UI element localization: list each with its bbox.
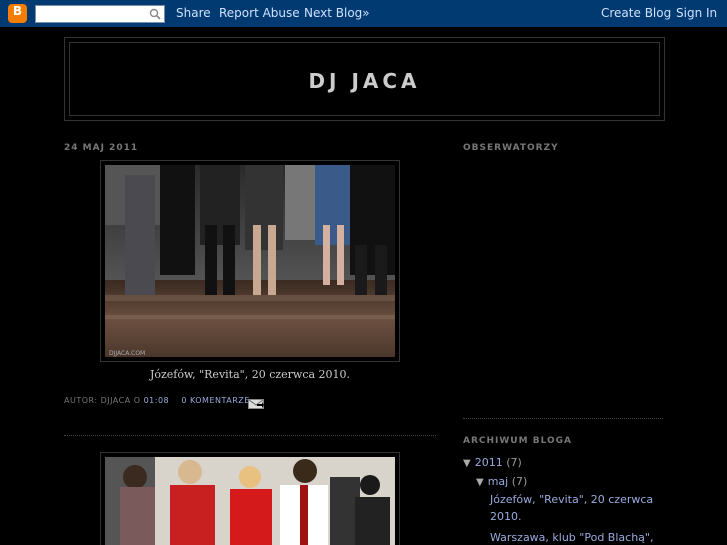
email-post-icon[interactable] xyxy=(248,397,264,409)
blogger-logo-letter: B xyxy=(12,4,23,18)
post-footer: AUTOR: DJJACA O 01:08 0 KOMENTARZE xyxy=(64,396,250,405)
navbar: B Share Report Abuse Next Blog» Create B… xyxy=(0,0,727,27)
blog-header-inner: DJ JACA xyxy=(69,42,660,116)
post-image-2[interactable] xyxy=(100,452,400,545)
post-comments-link[interactable]: 0 KOMENTARZE xyxy=(181,396,250,405)
blogger-logo-icon[interactable]: B xyxy=(8,4,27,23)
next-blog-link[interactable]: Next Blog» xyxy=(304,6,370,20)
report-abuse-link[interactable]: Report Abuse xyxy=(219,6,300,20)
post-author: AUTOR: DJJACA O xyxy=(64,396,141,405)
dance-floor-illustration: DJJACA.COM xyxy=(105,165,395,357)
archive-post-link-2[interactable]: Warszawa, klub "Pod Blachą", 20 xyxy=(490,529,660,545)
party-people-photo xyxy=(105,457,395,545)
create-blog-link[interactable]: Create Blog xyxy=(601,6,671,20)
archive-month-count: (7) xyxy=(511,475,528,488)
archive-month-row: ▼ maj (7) xyxy=(476,475,527,488)
expand-month-toggle-icon[interactable]: ▼ xyxy=(476,477,484,488)
archive-year-count: (7) xyxy=(506,456,522,469)
post-separator xyxy=(64,435,436,436)
photo-watermark: DJJACA.COM xyxy=(109,350,145,357)
sidebar-separator xyxy=(463,418,663,419)
party-illustration xyxy=(105,457,395,545)
archive-title: ARCHIWUM BLOGA xyxy=(463,436,572,446)
archive-year-link[interactable]: 2011 xyxy=(475,456,503,469)
blog-title[interactable]: DJ JACA xyxy=(70,69,659,93)
dancing-people-photo: DJJACA.COM xyxy=(105,165,395,357)
followers-title: OBSERWATORZY xyxy=(463,143,559,153)
search-icon[interactable] xyxy=(149,8,161,20)
expand-year-toggle-icon[interactable]: ▼ xyxy=(463,458,471,469)
post-timestamp-link[interactable]: 01:08 xyxy=(144,396,170,405)
post-caption: Józefów, "Revita", 20 czerwca 2010. xyxy=(149,368,351,381)
archive-year-row: ▼ 2011 (7) xyxy=(463,456,522,469)
post-image[interactable]: DJJACA.COM xyxy=(100,160,400,362)
search-input[interactable] xyxy=(35,5,165,23)
archive-post-link-1[interactable]: Józefów, "Revita", 20 czerwca 2010. xyxy=(490,491,660,525)
share-link[interactable]: Share xyxy=(176,6,211,20)
archive-month-link[interactable]: maj xyxy=(488,475,509,488)
post-date: 24 MAJ 2011 xyxy=(64,143,139,153)
sign-in-link[interactable]: Sign In xyxy=(676,6,717,20)
blog-header: DJ JACA xyxy=(64,37,665,121)
